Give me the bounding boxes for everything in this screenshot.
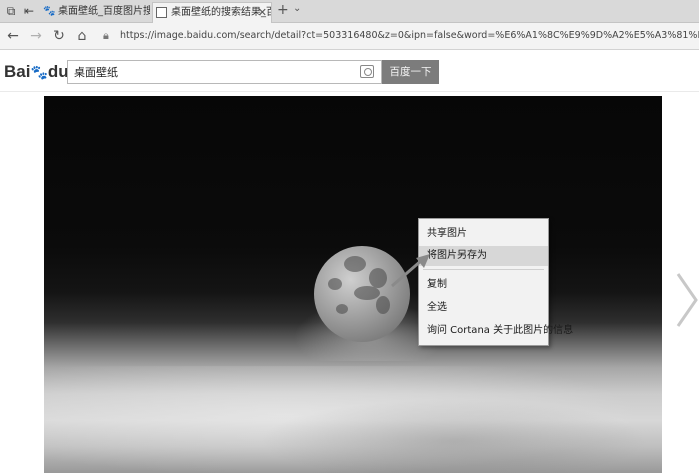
logo-text-2: du: [47, 62, 69, 81]
forward-arrow-icon[interactable]: →: [28, 28, 44, 44]
search-button[interactable]: 百度一下: [382, 60, 439, 84]
cloud-shadow: [244, 396, 662, 473]
tab-strip: ⧉ ⇤ 🐾 桌面壁纸_百度图片搜索 桌面壁纸的搜索结果_百 ✕ + ⌄: [0, 0, 699, 23]
menu-item-ask-cortana[interactable]: 询问 Cortana 关于此图片的信息: [419, 321, 573, 341]
header-divider: [0, 91, 699, 92]
page-favicon-icon: [156, 7, 167, 18]
address-bar[interactable]: https://image.baidu.com/search/detail?ct…: [120, 29, 699, 43]
close-icon[interactable]: ✕: [258, 3, 267, 22]
home-icon[interactable]: ⌂: [74, 28, 90, 44]
tab-title: 桌面壁纸_百度图片搜索: [58, 6, 150, 17]
menu-item-share-image[interactable]: 共享图片: [419, 224, 548, 244]
logo-text: Bai: [4, 62, 31, 81]
paw-icon: 🐾: [30, 64, 48, 80]
search-input[interactable]: [74, 64, 354, 80]
tab-image-search[interactable]: 🐾 桌面壁纸_百度图片搜索: [40, 2, 150, 23]
refresh-icon[interactable]: ↻: [51, 28, 67, 44]
context-menu: 共享图片 将图片另存为 复制 全选 询问 Cortana 关于此图片的信息: [418, 218, 573, 346]
set-aside-tabs-icon[interactable]: ⇤: [22, 4, 36, 18]
plus-icon[interactable]: +: [277, 2, 289, 18]
chevron-down-icon[interactable]: ⌄: [293, 3, 301, 14]
lock-icon: 🔒︎: [103, 29, 109, 42]
navigation-bar: ← → ↻ ⌂ 🔒︎ https://image.baidu.com/searc…: [0, 23, 699, 50]
camera-icon[interactable]: [360, 65, 374, 78]
menu-item-copy[interactable]: 复制: [419, 275, 548, 295]
tab-actions-icon[interactable]: ⧉: [4, 4, 18, 18]
baidu-favicon-icon: 🐾: [43, 6, 56, 17]
tab-search-result[interactable]: 桌面壁纸的搜索结果_百 ✕: [152, 2, 272, 23]
menu-item-select-all[interactable]: 全选: [419, 298, 548, 318]
chevron-right-icon[interactable]: [676, 272, 698, 328]
wallpaper-image[interactable]: [44, 96, 662, 473]
menu-item-save-image-as[interactable]: 将图片另存为: [419, 246, 548, 266]
back-arrow-icon[interactable]: ←: [5, 28, 21, 44]
pointer-arrow-icon: [391, 254, 430, 288]
menu-separator: [423, 269, 544, 270]
search-box: [67, 60, 382, 84]
